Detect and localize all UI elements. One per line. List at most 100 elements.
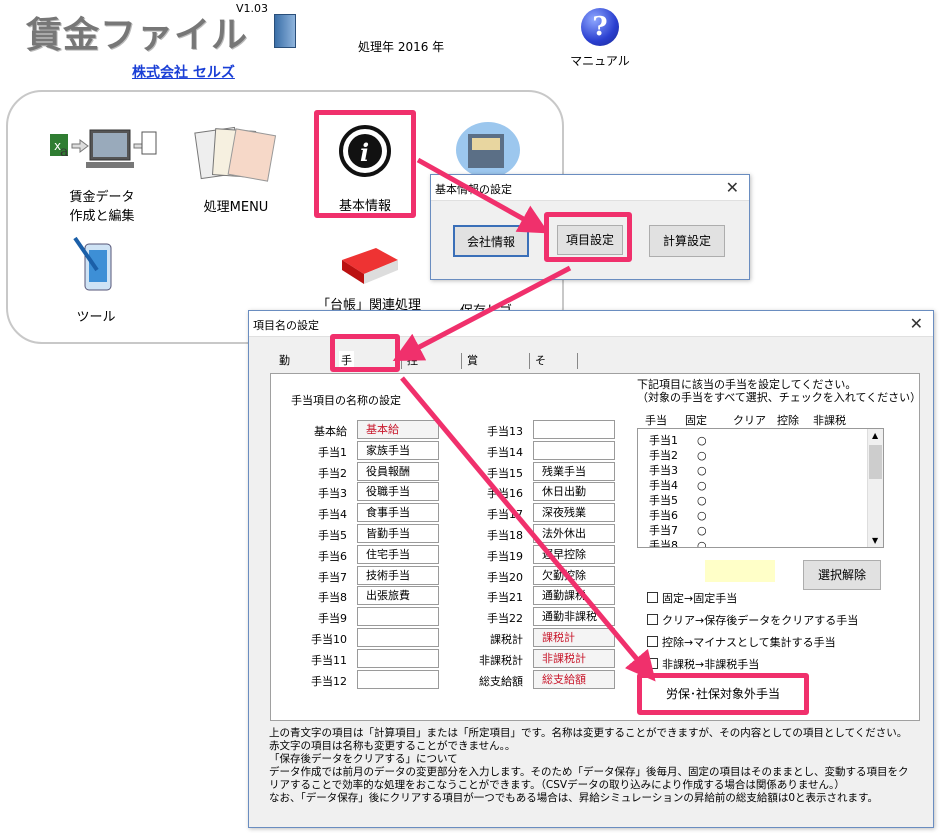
fixed-mark: ○ [697,464,707,477]
company-info-button[interactable]: 会社情報 [453,225,529,257]
header-allowance: 手当 [645,414,667,427]
checkbox[interactable] [647,614,658,625]
field-label: 手当20 [487,570,523,584]
exempt-allowance-button[interactable]: 労保･社保対象外手当 [637,673,809,715]
close-icon[interactable]: ✕ [910,314,923,333]
wage-data-button[interactable]: x a 賃金データ 作成と編集 [44,126,160,224]
basic-info-label: 基本情報 [338,199,391,214]
scroll-down-icon[interactable]: ▼ [872,536,878,545]
check-clear[interactable]: クリア→保存後データをクリアする手当 [647,612,858,628]
check-nontax[interactable]: 非課税→非課税手当 [647,656,759,672]
fixed-mark: ○ [697,539,707,548]
field-input[interactable]: 遅早控除 [533,544,615,564]
computer-data-icon: x a [50,129,157,168]
header-clear: クリア [733,414,766,427]
field-row: 総支給額 総支給額 [271,669,921,690]
field-label: 手当21 [487,591,523,605]
list-item[interactable]: 手当6 ○ [649,508,707,523]
field-label: 手当13 [487,425,523,438]
tab-other[interactable]: その他 [533,351,548,407]
list-item-name: 手当8 [649,539,678,548]
list-item[interactable]: 手当2 ○ [649,448,707,463]
checkbox[interactable] [647,636,658,647]
svg-text:i: i [360,138,369,167]
documents-icon [194,126,277,182]
close-icon[interactable]: ✕ [726,178,739,197]
field-input[interactable]: 残業手当 [533,461,615,481]
scrollbar[interactable]: ▲ ▼ [867,429,883,547]
footnote-line: データ作成では前月のデータの変更部分を入力します。そのため「データ保存」後毎月、… [269,766,909,778]
list-item-name: 手当4 [649,479,678,492]
field-input[interactable] [533,420,615,439]
allowance-listbox[interactable]: 手当1 ○ 手当2 ○ 手当3 ○ 手当4 ○ 手当5 ○ 手当6 ○ 手当7 ○ 手当8 ○ ▲ ▼ [637,428,884,548]
field-input[interactable]: 休日出勤 [533,482,615,502]
field-label: 手当16 [487,487,523,501]
basic-info-button[interactable]: i 基本情報 [314,110,416,218]
footnote-line: 「保存後データをクリアする」について [269,753,458,765]
calc-settings-button[interactable]: 計算設定 [649,225,725,257]
fixed-mark: ○ [697,509,707,522]
field-input[interactable]: 通勤非課税 [533,607,615,627]
header-deduct: 控除 [777,414,799,427]
tab-deduction[interactable]: 控除項目 [405,351,420,427]
list-item[interactable]: 手当7 ○ [649,523,707,538]
field-input[interactable]: 欠勤控除 [533,565,615,585]
list-item-name: 手当1 [649,434,678,447]
checkbox[interactable] [647,658,658,669]
dialog-title: 基本情報の設定 [435,183,512,196]
field-label: 手当19 [487,549,523,563]
scroll-up-icon[interactable]: ▲ [872,431,878,440]
deselect-button[interactable]: 選択解除 [803,560,881,590]
field-input[interactable]: 深夜残業 [533,503,615,523]
file-cabinet-icon[interactable] [454,120,522,180]
tab-attendance[interactable]: 勤怠項目 [277,351,292,427]
red-binder-icon [342,248,398,284]
svg-text:a: a [60,144,68,160]
processing-menu-label: 処理MENU [203,200,269,215]
footnote-line: 上の青文字の項目は「計算項目」または「所定項目」です。名称は変更することができま… [269,727,908,739]
processing-year: 処理年 2016 年 [358,40,445,54]
instruction-line-1: 下記項目に該当の手当を設定してください。 [637,378,857,391]
item-name-dialog: 項目名の設定 ✕ 勤怠項目 手当項目 控除項目 賞与の項目 その他 手当項目の名… [248,310,934,828]
wage-data-label-1: 賃金データ [69,190,135,205]
processing-menu-button[interactable]: 処理MENU [186,124,286,215]
list-item-name: 手当6 [649,509,678,522]
list-item[interactable]: 手当1 ○ [649,433,707,448]
field-input[interactable]: 通勤課税 [533,586,615,606]
allowance-tab-highlight [330,334,400,372]
list-item-name: 手当7 [649,524,678,537]
field-label: 総支給額 [479,674,523,688]
version-label: V1.03 [236,2,269,15]
field-label: 手当15 [487,466,523,480]
field-input[interactable]: 法外休出 [533,524,615,543]
instruction-line-2: （対象の手当をすべて選択、チェックを入れてください） [637,391,922,404]
scroll-thumb[interactable] [869,445,882,479]
book-icon [274,14,296,48]
check-label: クリア→保存後データをクリアする手当 [662,614,859,627]
field-row: 非課税計 非課税計 [271,648,921,669]
list-item[interactable]: 手当5 ○ [649,493,707,508]
color-swatch [705,560,775,582]
ledger-button[interactable]: 「台帳」関連処理 [306,246,432,313]
check-fixed[interactable]: 固定→固定手当 [647,590,737,606]
checkbox[interactable] [647,592,658,603]
tools-button[interactable]: ツール [56,236,136,325]
section-title: 手当項目の名称の設定 [291,394,401,407]
list-item-name: 手当2 [649,449,678,462]
list-item[interactable]: 手当8 ○ [649,538,707,548]
fixed-mark: ○ [697,494,707,507]
company-link[interactable]: 株式会社 セルズ [132,62,235,82]
footnote-line: 赤文字の項目は名称も変更することができません。。 [269,740,516,752]
field-input[interactable] [533,440,615,460]
field-label: 手当14 [487,445,523,459]
field-label: 手当22 [487,612,523,626]
fixed-mark: ○ [697,434,707,447]
tab-bonus[interactable]: 賞与の項目 [465,351,480,447]
footnote-line: なお、「データ保存」後にクリアする項目が一つでもある場合は、昇給シミュレーション… [269,792,878,804]
check-deduct[interactable]: 控除→マイナスとして集計する手当 [647,634,836,650]
manual-label: マニュアル [570,54,630,68]
list-item[interactable]: 手当4 ○ [649,478,707,493]
list-item[interactable]: 手当3 ○ [649,463,707,478]
manual-button[interactable]: ? マニュアル [560,8,640,72]
info-icon: i [339,125,391,177]
